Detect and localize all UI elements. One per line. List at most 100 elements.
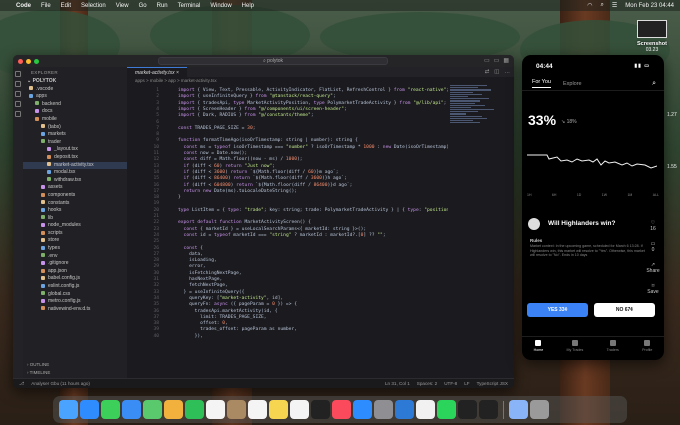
menu-help[interactable]: Help [242,3,254,9]
tab-market-activity[interactable]: market-activity.tsx × [127,67,187,77]
reminders-icon[interactable] [248,400,267,419]
save-button[interactable]: ⌑ Save [646,283,660,295]
nav-profile[interactable]: Profile [642,340,652,360]
file-tree-item[interactable]: deposit.tsx [23,154,127,162]
search-icon[interactable]: ⌕ [601,2,604,9]
search-icon[interactable]: ⌕ [652,80,656,88]
file-tree-item[interactable]: metro.config.js [23,298,127,306]
tab-explore[interactable]: Explore [563,81,582,87]
range-all[interactable]: ALL [653,193,659,197]
timeline-section[interactable]: › TIMELINE [23,370,127,375]
range-1d[interactable]: 1D [577,193,581,197]
like-button[interactable]: ♡ 16 [646,220,660,232]
minimap[interactable] [450,84,496,144]
calendar-icon[interactable] [206,400,225,419]
photos-icon[interactable] [164,400,183,419]
layout-icon[interactable]: ▦ [503,57,509,64]
file-tree-item[interactable]: withdraw.tsx [23,177,127,185]
toggle-panel-icon[interactable]: ▭ [494,57,500,64]
file-tree-item[interactable]: node_modules [23,222,127,230]
file-tree-item[interactable]: constants [23,200,127,208]
zoom-window-button[interactable] [34,58,39,64]
file-tree-item[interactable]: .env [23,253,127,261]
range-1m[interactable]: 1M [627,193,632,197]
status-git-info[interactable]: Analyser Gbu (11 hours ago) [31,381,90,386]
facetime-icon[interactable] [185,400,204,419]
toggle-sidebar-icon[interactable]: ▭ [484,57,490,64]
range-6h[interactable]: 6H [552,193,556,197]
extensions-icon[interactable] [15,111,21,117]
freeform-icon[interactable] [290,400,309,419]
whatsapp-icon[interactable] [437,400,456,419]
code-editor[interactable]: import { View, Text, Pressable, Activity… [127,84,448,378]
file-tree-item[interactable]: hooks [23,207,127,215]
tab-for-you[interactable]: For You [532,79,551,88]
maps-icon[interactable] [143,400,162,419]
buy-yes-button[interactable]: YES 33¢ [527,303,588,317]
messages-icon[interactable] [101,400,120,419]
command-center-search[interactable]: ⌕ polytok [158,57,388,65]
wifi-icon[interactable]: ◠ [587,2,592,9]
file-tree-item[interactable]: markets [23,131,127,139]
vscode-icon[interactable] [395,400,414,419]
simulator-icon[interactable] [479,400,498,419]
file-tree-item[interactable]: lib [23,215,127,223]
menu-run[interactable]: Run [157,3,168,9]
file-tree-item[interactable]: assets [23,184,127,192]
file-tree-item[interactable]: mobile [23,116,127,124]
chrome-icon[interactable] [416,400,435,419]
file-tree-item[interactable]: eslint.config.js [23,283,127,291]
range-1w[interactable]: 1W [602,193,607,197]
menu-app-name[interactable]: Code [16,3,31,9]
file-tree-item[interactable]: global.css [23,291,127,299]
share-button[interactable]: ↗ Share [646,262,660,274]
file-tree-item[interactable]: (tabs) [23,124,127,132]
status-cursor[interactable]: Ln 31, Col 1 [385,381,410,386]
file-tree-item[interactable]: apps [23,93,127,101]
status-eol[interactable]: LF [464,381,469,386]
project-root[interactable]: ⌄ POLYTOK [23,78,127,86]
status-encoding[interactable]: UTF-8 [444,381,457,386]
menu-selection[interactable]: Selection [81,3,106,9]
outline-section[interactable]: › OUTLINE [23,362,127,367]
comment-button[interactable]: ▭ 0 [646,241,660,253]
finder-icon[interactable] [59,400,78,419]
close-window-button[interactable] [18,58,23,64]
file-tree-item[interactable]: app.json [23,268,127,276]
trash-icon[interactable] [530,400,549,419]
file-tree-item[interactable]: market-activity.tsx [23,161,127,170]
control-center-icon[interactable]: ☰ [612,2,617,9]
file-tree-item[interactable]: nativewind-env.d.ts [23,306,127,314]
tv-icon[interactable] [311,400,330,419]
file-tree-item[interactable]: docs [23,108,127,116]
nav-traders[interactable]: Traders [607,340,619,360]
menu-view[interactable]: View [116,3,129,9]
file-tree-item[interactable]: modal.tsx [23,169,127,177]
menu-datetime[interactable]: Mon Feb 23 04:44 [625,3,674,9]
split-editor-icon[interactable]: ◫ [494,69,499,75]
file-tree-item[interactable]: components [23,192,127,200]
menu-go[interactable]: Go [139,3,147,9]
explorer-icon[interactable] [15,71,21,77]
status-language[interactable]: TypeScript JSX [477,381,508,386]
remote-icon[interactable]: ⎇ [19,381,24,387]
minimize-window-button[interactable] [26,58,31,64]
source-control-icon[interactable] [15,91,21,97]
file-tree-item[interactable]: backend [23,101,127,109]
file-tree-item[interactable]: .vscode [23,86,127,94]
menu-file[interactable]: File [41,3,51,9]
menu-terminal[interactable]: Terminal [178,3,201,9]
range-1h[interactable]: 1H [527,193,531,197]
editor-scrollbar[interactable] [502,84,510,378]
buy-no-button[interactable]: NO 67¢ [594,303,655,317]
open-changes-icon[interactable]: ⇄ [485,69,490,75]
file-tree-item[interactable]: store [23,237,127,245]
mail-icon[interactable] [122,400,141,419]
settings-icon[interactable] [374,400,393,419]
contacts-icon[interactable] [227,400,246,419]
file-tree-item[interactable]: .gitignore [23,260,127,268]
more-actions-icon[interactable]: … [505,69,511,75]
file-tree-item[interactable]: scripts [23,230,127,238]
run-debug-icon[interactable] [15,101,21,107]
file-tree-item[interactable]: _layout.tsx [23,146,127,154]
